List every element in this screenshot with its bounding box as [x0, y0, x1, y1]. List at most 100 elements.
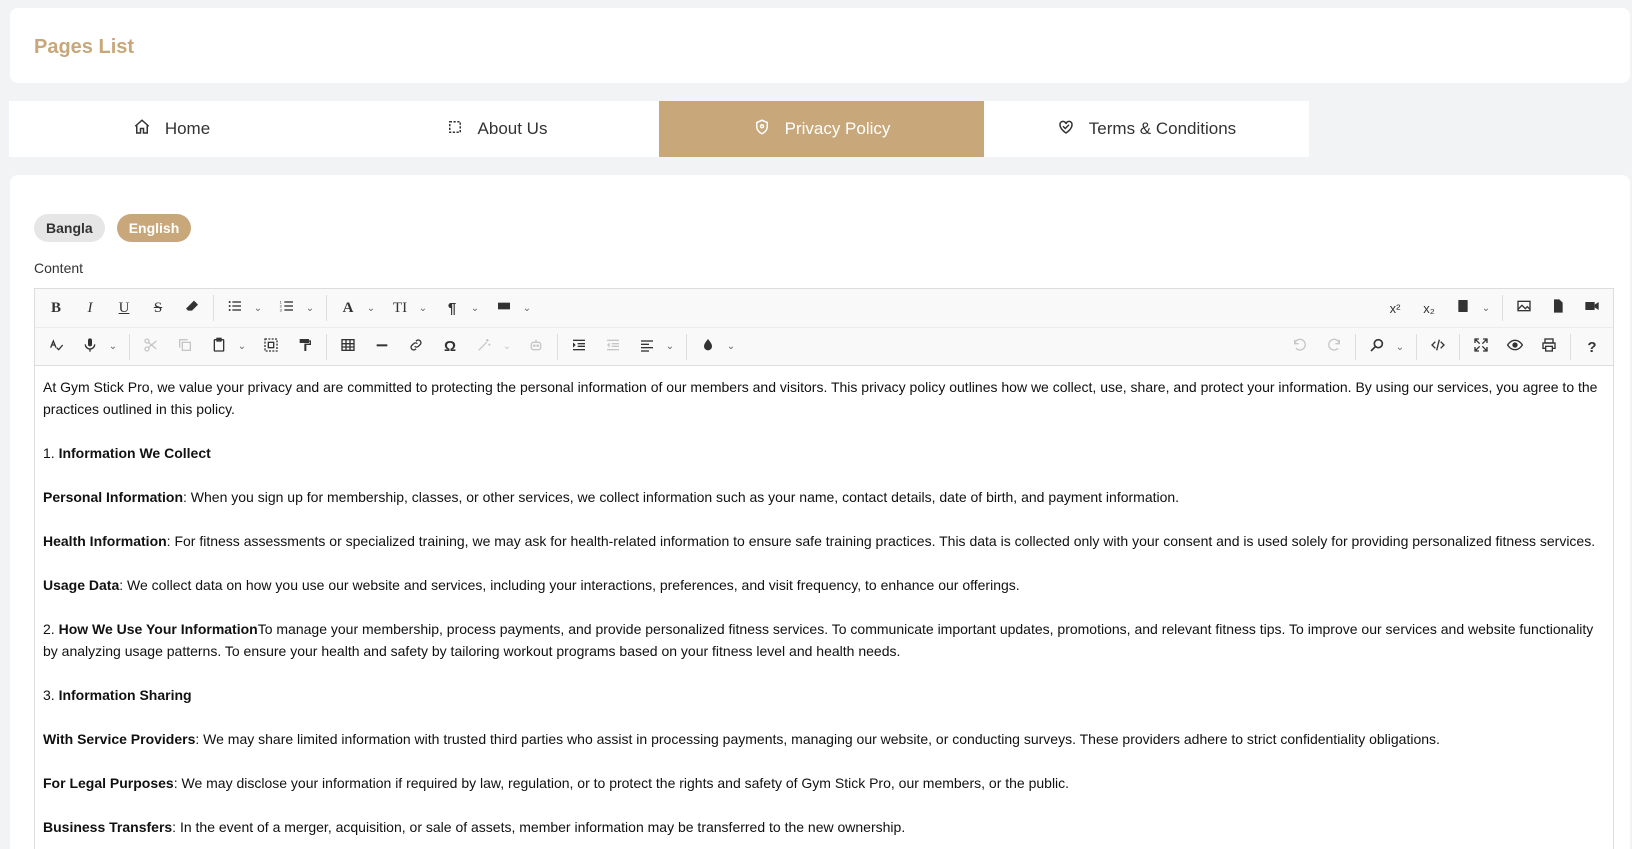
section-title: Information Sharing [58, 687, 192, 703]
tab-home[interactable]: Home [9, 101, 334, 157]
select-all-button[interactable] [254, 332, 288, 362]
tab-about-us[interactable]: About Us [334, 101, 659, 157]
insert-video-button[interactable] [1575, 293, 1609, 323]
paragraph-text: : We collect data on how you use our web… [119, 577, 1020, 593]
insert-link-button[interactable] [399, 332, 433, 362]
robot-icon [528, 337, 544, 357]
help-button[interactable]: ? [1575, 332, 1609, 362]
source-code-button[interactable] [1421, 332, 1455, 362]
toolbar-divider [1416, 334, 1417, 360]
underline-button[interactable]: U [107, 293, 141, 323]
insert-table-button[interactable] [331, 332, 365, 362]
home-icon [133, 118, 151, 141]
outdent-button[interactable] [596, 332, 630, 362]
chevron-down-icon[interactable]: ⌄ [252, 293, 264, 323]
content-label: Content [34, 260, 84, 276]
section-heading: 2. How We Use Your InformationTo manage … [43, 618, 1605, 662]
paragraph-label: With Service Providers [43, 731, 196, 747]
paste-button[interactable] [202, 332, 236, 362]
toolbar-divider [686, 333, 687, 360]
bold-button[interactable]: B [39, 293, 73, 323]
insert-file-button[interactable] [1541, 293, 1575, 323]
paragraph-text: : We may disclose your information if re… [173, 775, 1070, 791]
template-button[interactable] [1446, 293, 1480, 323]
tab-terms-conditions[interactable]: Terms & Conditions [984, 101, 1309, 157]
editor-content[interactable]: At Gym Stick Pro, we value your privacy … [35, 366, 1613, 849]
chevron-down-icon[interactable]: ⌄ [501, 332, 513, 362]
droplet-icon [700, 337, 716, 357]
chevron-down-icon[interactable]: ⌄ [1480, 293, 1492, 323]
language-english-button[interactable]: English [116, 214, 192, 242]
print-button[interactable] [1532, 332, 1566, 362]
ai-bot-button[interactable] [519, 332, 553, 362]
bold-icon: B [50, 299, 61, 316]
paragraph-label: Health Information [43, 533, 167, 549]
chevron-down-icon[interactable]: ⌄ [417, 293, 429, 323]
subscript-button[interactable]: x₂ [1412, 293, 1446, 323]
toolbar-divider [326, 333, 327, 360]
indent-button[interactable] [562, 332, 596, 362]
line-height-button[interactable] [487, 293, 521, 323]
eraser-icon [184, 298, 200, 318]
language-bangla-button[interactable]: Bangla [34, 214, 105, 242]
select-all-icon [263, 337, 279, 357]
chevron-down-icon[interactable]: ⌄ [365, 293, 377, 323]
chevron-down-icon[interactable]: ⌄ [107, 332, 119, 362]
chevron-down-icon[interactable]: ⌄ [664, 332, 676, 362]
paragraph-button[interactable]: ¶ [435, 293, 469, 323]
strikethrough-button[interactable]: S [141, 293, 175, 323]
font-size-button[interactable]: TI [383, 293, 417, 323]
numbered-list-button[interactable]: 123 [270, 293, 304, 323]
page-title: Pages List [34, 36, 135, 58]
highlight-color-button[interactable] [691, 332, 725, 362]
special-char-button[interactable]: Ω [433, 332, 467, 362]
superscript-button[interactable]: x² [1378, 293, 1412, 323]
eraser-button[interactable] [175, 293, 209, 323]
format-painter-button[interactable] [288, 332, 322, 362]
chevron-down-icon[interactable]: ⌄ [236, 332, 248, 362]
chevron-down-icon[interactable]: ⌄ [725, 332, 737, 362]
spellcheck-button[interactable] [39, 332, 73, 362]
help-icon: ? [1587, 338, 1597, 356]
undo-button[interactable] [1283, 332, 1317, 362]
copy-button[interactable] [168, 332, 202, 362]
language-switcher: Bangla English [34, 214, 192, 242]
code-icon [1430, 337, 1446, 357]
link-icon [408, 337, 424, 357]
paint-roller-icon [297, 337, 313, 357]
italic-button[interactable]: I [73, 293, 107, 323]
content-paragraph: Personal Information: When you sign up f… [43, 486, 1605, 508]
ai-assistant-button[interactable] [467, 332, 501, 362]
chevron-down-icon[interactable]: ⌄ [521, 293, 533, 323]
font-color-button[interactable]: A [331, 293, 365, 323]
toolbar-divider [557, 333, 558, 360]
redo-button[interactable] [1317, 332, 1351, 362]
bullet-list-button[interactable] [218, 293, 252, 323]
redo-icon [1326, 337, 1342, 357]
tab-privacy-policy[interactable]: Privacy Policy [659, 101, 984, 157]
content-paragraph: For Legal Purposes: We may disclose your… [43, 772, 1605, 794]
content-paragraph: With Service Providers: We may share lim… [43, 728, 1605, 750]
fullscreen-button[interactable] [1464, 332, 1498, 362]
table-icon [340, 337, 356, 357]
horizontal-rule-button[interactable] [365, 332, 399, 362]
section-title: How We Use Your Information [58, 621, 258, 637]
toolbar-row-1: B I U S ⌄ 123 ⌄ A ⌄ TI ⌄ ¶ ⌄ ⌄ x² x₂ ⌄ [35, 289, 1613, 327]
align-button[interactable] [630, 332, 664, 362]
font-color-icon: A [342, 299, 354, 316]
paragraph-text: : When you sign up for membership, class… [183, 489, 1180, 505]
handshake-icon [1057, 118, 1075, 141]
chevron-down-icon[interactable]: ⌄ [304, 293, 316, 323]
search-icon [1369, 337, 1385, 357]
editor-toolbar: B I U S ⌄ 123 ⌄ A ⌄ TI ⌄ ¶ ⌄ ⌄ x² x₂ ⌄ ⌄… [35, 289, 1613, 366]
section-heading: 3. Information Sharing [43, 684, 1605, 706]
insert-image-button[interactable] [1507, 293, 1541, 323]
preview-button[interactable] [1498, 332, 1532, 362]
chevron-down-icon[interactable]: ⌄ [1394, 332, 1406, 362]
chevron-down-icon[interactable]: ⌄ [469, 293, 481, 323]
cut-button[interactable] [134, 332, 168, 362]
paragraph-text: : We may share limited information with … [195, 731, 1440, 747]
section-number: 3. [43, 687, 59, 703]
find-replace-button[interactable] [1360, 332, 1394, 362]
speech-button[interactable] [73, 332, 107, 362]
